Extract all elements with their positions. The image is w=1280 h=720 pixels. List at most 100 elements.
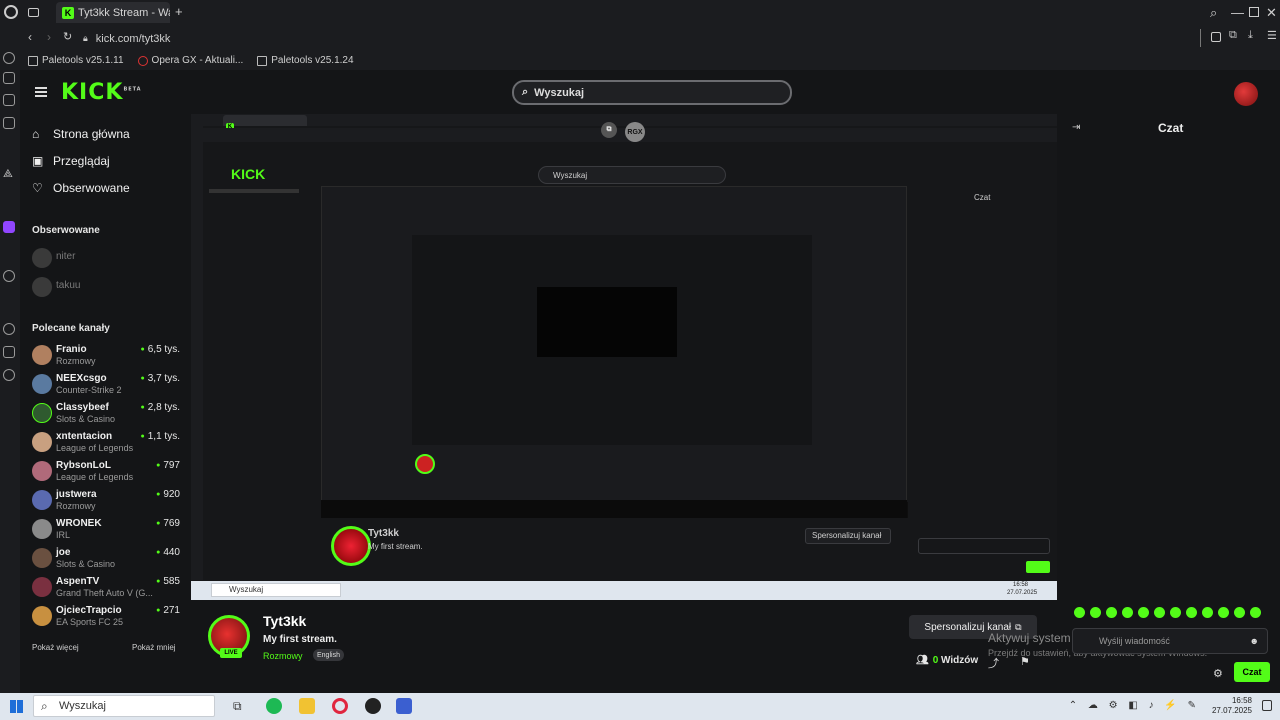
recommended-channel[interactable]: OjciecTrapcioEA Sports FC 25 271 — [32, 604, 180, 630]
channel-viewers: 797 — [156, 460, 180, 471]
sidebar-clock-icon[interactable] — [3, 323, 15, 335]
streamer-name[interactable]: Tyt3kk — [263, 613, 306, 629]
pip-icon[interactable]: ⧉ — [601, 122, 617, 138]
chat-message-input[interactable]: Wyślij wiadomość ☻ — [1072, 628, 1268, 654]
followed-channel[interactable]: niter — [32, 246, 180, 272]
emote-icon[interactable] — [1074, 607, 1085, 618]
channel-category: Rozmowy — [56, 356, 96, 366]
chat-collapse-icon[interactable]: ⇥ — [1072, 122, 1080, 133]
tab-kick-stream[interactable]: K Tyt3kk Stream - Watc — [56, 2, 170, 23]
new-tab-button[interactable]: + — [175, 4, 183, 19]
sidebar-history-icon[interactable] — [3, 52, 15, 64]
rgx-button[interactable]: RGX — [625, 122, 645, 142]
channel-name: takuu — [56, 280, 81, 291]
emote-icon[interactable] — [1218, 607, 1229, 618]
chat-send-button[interactable]: Czat — [1234, 662, 1270, 682]
wallet-icon[interactable]: ⧉ — [1229, 29, 1237, 42]
followed-channel[interactable]: takuu — [32, 275, 180, 301]
language-tag[interactable]: English — [313, 649, 344, 661]
taskbar-clock[interactable]: 16:58 27.07.2025 — [1212, 696, 1252, 716]
user-avatar[interactable] — [1234, 82, 1258, 106]
page-icon — [28, 55, 38, 66]
show-more-link[interactable]: Pokaż więcej — [32, 643, 79, 652]
search-tabs-icon[interactable]: ⌕ — [1210, 5, 1217, 21]
nav-home[interactable]: ⌂ Strona główna — [32, 127, 130, 141]
emote-icon[interactable] — [1202, 607, 1213, 618]
show-less-link[interactable]: Pokaż mniej — [132, 643, 176, 652]
sidebar-twitch-icon[interactable] — [3, 221, 15, 233]
windows-start-icon[interactable] — [10, 700, 23, 713]
channel-viewers: 769 — [156, 518, 180, 529]
search-input[interactable]: ⌕ Wyszukaj — [512, 80, 792, 105]
nav-browse[interactable]: ▣ Przeglądaj — [32, 154, 110, 168]
recommended-channel[interactable]: RybsonLoLLeague of Legends 797 — [32, 459, 180, 485]
opera-icon[interactable] — [4, 5, 18, 19]
opera-gx-icon — [137, 55, 148, 66]
nav-following[interactable]: ♡ Obserwowane — [32, 181, 130, 195]
spotify-icon[interactable] — [266, 698, 282, 714]
app-icon[interactable] — [365, 698, 381, 714]
chat-settings-icon[interactable]: ⚙ — [1213, 667, 1223, 680]
menu-icon[interactable]: ☰ — [1267, 29, 1277, 42]
emote-icon[interactable] — [1122, 607, 1133, 618]
recommended-channel[interactable]: FranioRozmowy 6,5 tys. — [32, 343, 180, 369]
nested-streamer-block — [331, 526, 371, 566]
bookmark-opera-gx[interactable]: Opera GX - Aktuali... — [137, 55, 243, 66]
channel-name: RybsonLoL — [56, 460, 111, 471]
notifications-icon[interactable] — [1262, 700, 1272, 711]
close-window-button[interactable]: ✕ — [1266, 5, 1277, 21]
maximize-button[interactable] — [1249, 7, 1259, 17]
sidebar-messenger-icon[interactable] — [3, 117, 15, 129]
emote-icon[interactable] — [1138, 607, 1149, 618]
reload-icon[interactable]: ↻ — [63, 30, 72, 43]
recommended-channel[interactable]: justweraRozmowy 920 — [32, 488, 180, 514]
nested-tab-bar — [191, 114, 1057, 126]
sidebar-settings-icon[interactable] — [3, 369, 15, 381]
channel-avatar — [32, 490, 52, 510]
emote-icon[interactable] — [1090, 607, 1101, 618]
url-text: kick.com/tyt3kk — [95, 32, 171, 45]
sidebar-discord-icon[interactable] — [3, 270, 15, 282]
opera-gx-icon[interactable] — [332, 698, 348, 714]
channel-avatar — [32, 277, 52, 297]
sidebar-box-icon[interactable] — [3, 346, 15, 358]
system-tray[interactable]: ⌃ ☁ ⚙ ◧ ♪ ⚡ ✎ — [1069, 700, 1200, 711]
url-field[interactable]: 🔒︎ kick.com/tyt3kk — [83, 29, 1183, 48]
kick-logo[interactable]: KICKBETA — [61, 80, 142, 105]
bookmark-paletools-2[interactable]: Paletools v25.1.24 — [257, 55, 354, 66]
file-explorer-icon[interactable] — [299, 698, 315, 714]
emote-icon[interactable] — [1106, 607, 1117, 618]
recommended-channel[interactable]: NEEXcsgoCounter-Strike 2 3,7 tys. — [32, 372, 180, 398]
taskbar-search[interactable]: ⌕ Wyszukaj — [33, 695, 215, 717]
paletools-icon[interactable] — [396, 698, 412, 714]
emote-icon[interactable] — [1170, 607, 1181, 618]
emote-icon[interactable] — [1234, 607, 1245, 618]
tab-strip-icon[interactable] — [28, 8, 39, 17]
emote-icon[interactable] — [1250, 607, 1261, 618]
sidebar-player-icon[interactable]: ⟁ — [3, 168, 15, 180]
bookmark-paletools-1[interactable]: Paletools v25.1.11 — [28, 55, 124, 66]
back-icon[interactable]: ‹ — [28, 30, 32, 44]
emoji-picker-icon[interactable]: ☻ — [1250, 636, 1259, 646]
sidebar-tracker-icon[interactable] — [3, 94, 15, 106]
opera-sidebar: ⟁ — [0, 25, 20, 693]
sidebar-downloads-icon[interactable] — [3, 72, 15, 84]
hamburger-menu-icon[interactable] — [35, 87, 47, 97]
stream-video-player[interactable]: K KICK Wyszukaj Czat Tyt3kk My first str… — [191, 114, 1057, 600]
recommended-channel[interactable]: AspenTVGrand Theft Auto V (G...585 — [32, 575, 180, 601]
forward-icon[interactable]: › — [47, 30, 51, 44]
channel-viewers: 3,7 tys. — [141, 373, 180, 384]
task-view-icon[interactable]: ⧉ — [233, 699, 242, 714]
recommended-channel[interactable]: joeSlots & Casino 440 — [32, 546, 180, 572]
channel-category: IRL — [56, 530, 71, 540]
download-icon[interactable]: ⤓ — [1248, 29, 1253, 42]
emote-icon[interactable] — [1186, 607, 1197, 618]
snapshot-icon[interactable] — [1211, 32, 1221, 42]
recommended-channel[interactable]: WRONEKIRL 769 — [32, 517, 180, 543]
stream-category[interactable]: Rozmowy — [263, 651, 303, 661]
channel-avatar — [32, 374, 52, 394]
emote-icon[interactable] — [1154, 607, 1165, 618]
minimize-button[interactable]: — — [1231, 5, 1244, 20]
recommended-channel[interactable]: xntentacionLeague of Legends 1,1 tys. — [32, 430, 180, 456]
recommended-channel[interactable]: ClassybeefSlots & Casino 2,8 tys. — [32, 401, 180, 427]
